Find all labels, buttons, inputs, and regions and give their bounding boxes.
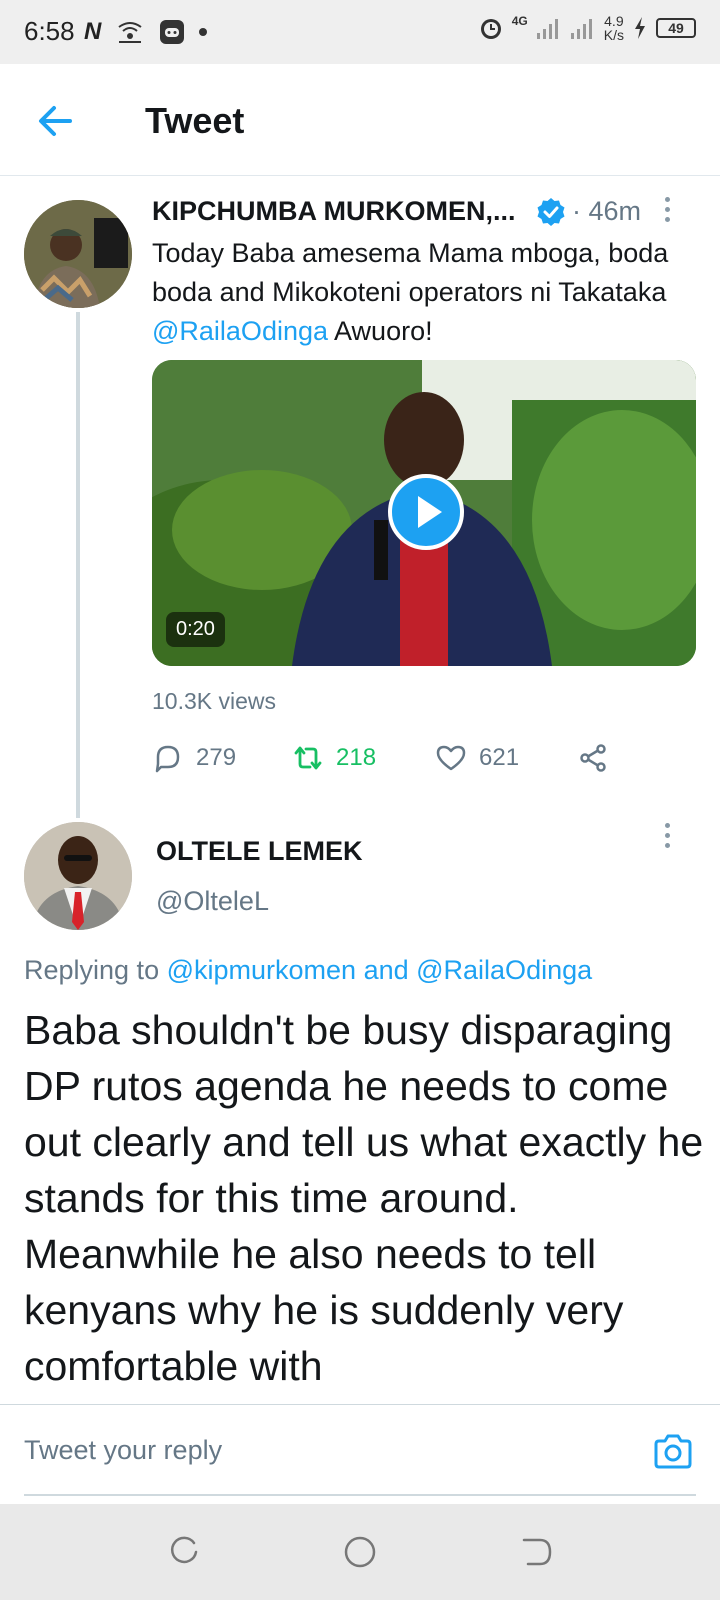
network-speed: 4.9 K/s [604,14,624,42]
system-nav-bar [0,1504,720,1600]
recents-button[interactable] [166,1534,202,1570]
avatar-image [24,822,132,930]
camera-button[interactable] [652,1431,694,1473]
back-button[interactable] [30,96,80,146]
tweet-text: Today Baba amesema Mama mboga, boda boda… [152,234,697,351]
reply-count: 279 [196,744,237,771]
status-bar: 6:58 N 4G 4.9 K/s 49 [0,0,720,64]
video-player[interactable]: 0:20 [152,360,696,666]
mention-link[interactable]: @RailaOdinga [152,316,328,346]
charging-icon [635,17,645,39]
share-button[interactable] [577,742,609,774]
arrow-left-icon [39,106,72,136]
alarm-icon [480,19,501,39]
replying-to: Replying to @kipmurkomen and @RailaOding… [24,955,592,986]
status-time: 6:58 [24,16,75,46]
tweet-timestamp: · 46m [572,196,642,226]
play-icon [418,496,442,528]
like-count: 621 [479,744,520,771]
retweet-count: 218 [336,744,377,771]
avatar-image [24,200,132,308]
retweet-button[interactable]: 218 [292,742,376,774]
reply-author-handle[interactable]: @OlteleL [156,886,269,917]
speed-unit: K/s [603,27,624,43]
speed-value: 4.9 [604,13,624,29]
home-circle-icon [344,1536,376,1568]
reply-composer: Tweet your reply [0,1404,720,1500]
recents-icon [170,1536,198,1564]
retweet-icon [294,746,322,770]
notification-dot-icon [199,28,208,36]
status-left-icons: N [84,18,208,46]
signal-icon [536,19,558,39]
battery-icon: 49 [656,18,696,38]
reply-underline [24,1494,696,1496]
more-options-icon[interactable] [657,818,677,858]
like-button[interactable]: 621 [435,742,519,774]
signal-2-icon [570,19,592,39]
game-icon [160,20,185,44]
verified-badge-icon [537,198,565,226]
home-button[interactable] [342,1534,378,1570]
replying-and: and [356,955,417,985]
mention-link[interactable]: @RailaOdinga [416,955,592,985]
status-right-icons: 4G 4.9 K/s 49 [478,14,696,42]
reply-icon [155,745,180,773]
avatar[interactable] [24,200,132,308]
reply-input[interactable]: Tweet your reply [24,1435,222,1466]
replying-prefix: Replying to [24,955,167,985]
camera-icon [654,1434,692,1469]
top-app-bar: Tweet [0,64,720,176]
back-nav-icon [522,1538,552,1566]
more-options-icon[interactable] [657,192,677,232]
network-type: 4G [511,14,528,28]
page-title: Tweet [145,100,245,141]
back-nav-button[interactable] [518,1534,554,1570]
netflix-icon: N [84,18,102,45]
reply-text: Baba shouldn't be busy disparaging DP ru… [24,1007,704,1389]
avatar[interactable] [24,822,132,930]
tweet-author-name[interactable]: KIPCHUMBA MURKOMEN,... [152,196,516,227]
mention-link[interactable]: @kipmurkomen [167,955,356,985]
play-button[interactable] [388,474,464,550]
video-duration: 0:20 [166,612,225,647]
thread-connector [76,312,80,818]
reply-button[interactable]: 279 [152,742,236,774]
view-count: 10.3K views [152,688,277,714]
heart-icon [436,745,466,771]
tweet-text-part: Today Baba amesema Mama mboga, boda boda… [152,238,669,307]
reply-author-name[interactable]: OLTELE LEMEK [156,836,363,867]
carrier-icon [118,22,142,43]
share-icon [580,744,606,772]
tweet-text-part: Awuoro! [328,316,433,346]
